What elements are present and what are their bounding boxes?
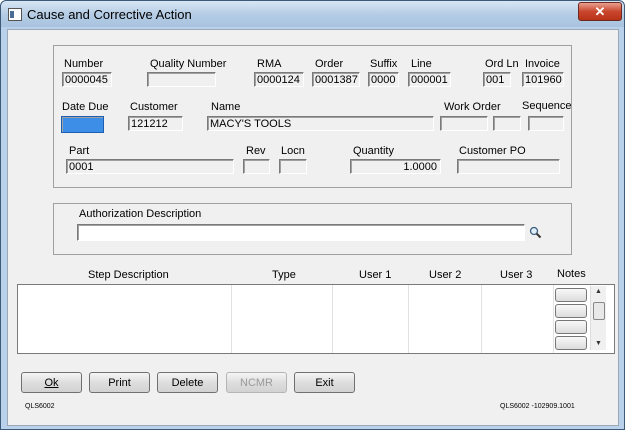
ok-button[interactable]: Ok (21, 372, 82, 393)
name-field[interactable]: MACY'S TOOLS (207, 116, 434, 131)
part-field[interactable]: 0001 (66, 159, 234, 174)
suffix-label: Suffix (370, 58, 398, 70)
line-field[interactable]: 000001 (408, 72, 451, 87)
rma-label: RMA (257, 58, 282, 70)
title-bar[interactable]: Cause and Corrective Action ✕ (1, 1, 624, 27)
print-button[interactable]: Print (89, 372, 150, 393)
delete-button[interactable]: Delete (157, 372, 218, 393)
customer-po-label: Customer PO (459, 145, 526, 157)
col-user-1: User 1 (359, 269, 392, 281)
part-label: Part (69, 145, 90, 157)
app-icon (8, 8, 22, 21)
notes-button[interactable] (555, 336, 587, 350)
number-field[interactable]: 0000045 (62, 72, 112, 87)
number-label: Number (64, 58, 104, 70)
form-id-left: QLS6002 (25, 403, 55, 410)
quality-number-label: Quality Number (150, 58, 227, 70)
grid-divider (481, 285, 482, 353)
ord-ln-field[interactable]: 001 (483, 72, 511, 87)
ord-ln-label: Ord Ln (485, 58, 519, 70)
locn-label: Locn (281, 145, 305, 157)
dialog-window: Cause and Corrective Action ✕ Number 000… (0, 0, 625, 430)
col-user-3: User 3 (500, 269, 533, 281)
rev-label: Rev (246, 145, 266, 157)
magnifier-icon[interactable] (529, 226, 542, 239)
customer-po-field[interactable] (457, 159, 560, 174)
customer-field[interactable]: 121212 (128, 116, 183, 131)
col-type: Type (272, 269, 296, 281)
sequence-field[interactable] (528, 116, 564, 131)
ncmr-button: NCMR (226, 372, 287, 393)
order-label: Order (315, 58, 344, 70)
scroll-up-icon[interactable]: ▲ (595, 288, 602, 295)
close-button[interactable]: ✕ (578, 2, 622, 21)
vertical-scrollbar[interactable]: ▲ ▼ (590, 286, 606, 350)
invoice-field[interactable]: 101960 (522, 72, 564, 87)
grid-divider (553, 285, 554, 353)
work-order-field[interactable] (440, 116, 488, 131)
grid-divider (332, 285, 333, 353)
sequence-label: Sequence (522, 100, 572, 112)
col-step-description: Step Description (88, 269, 169, 281)
customer-label: Customer (130, 101, 178, 113)
invoice-label: Invoice (525, 58, 560, 70)
rma-field[interactable]: 0000124 (254, 72, 304, 87)
window-title: Cause and Corrective Action (27, 7, 192, 22)
authorization-field[interactable] (77, 224, 525, 241)
quality-number-field[interactable] (147, 72, 216, 87)
notes-button[interactable] (555, 320, 587, 334)
suffix-field[interactable]: 0000 (368, 72, 399, 87)
rev-field[interactable] (243, 159, 270, 174)
work-order-label: Work Order (444, 101, 501, 113)
form-id-right: QLS6002 -102909.1001 (500, 403, 575, 410)
authorization-label: Authorization Description (79, 208, 202, 220)
locn-field[interactable] (279, 159, 307, 174)
client-area: Number 0000045 Quality Number RMA 000012… (7, 29, 619, 426)
date-due-label: Date Due (62, 101, 109, 113)
exit-button[interactable]: Exit (294, 372, 355, 393)
col-notes: Notes (557, 268, 586, 280)
col-user-2: User 2 (429, 269, 462, 281)
date-due-field[interactable] (61, 116, 104, 133)
steps-grid[interactable] (17, 284, 615, 354)
notes-button[interactable] (555, 288, 587, 302)
order-field[interactable]: 0001387 (312, 72, 360, 87)
notes-button[interactable] (555, 304, 587, 318)
grid-divider (408, 285, 409, 353)
work-order-suffix-field[interactable] (493, 116, 521, 131)
scroll-down-icon[interactable]: ▼ (595, 340, 602, 347)
grid-divider (231, 285, 232, 353)
quantity-label: Quantity (353, 145, 394, 157)
line-label: Line (411, 58, 432, 70)
quantity-field[interactable]: 1.0000 (350, 159, 441, 174)
scroll-thumb[interactable] (593, 302, 605, 320)
name-label: Name (211, 101, 241, 113)
